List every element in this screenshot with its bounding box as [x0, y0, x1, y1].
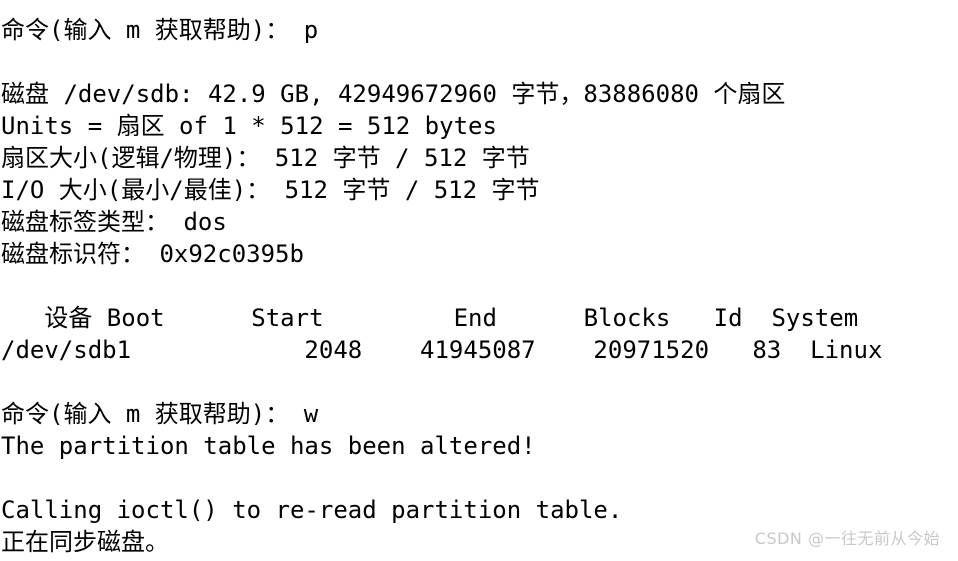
terminal-line-io-size: I/O 大小(最小/最佳)： 512 字节 / 512 字节 — [1, 176, 540, 204]
terminal-line-altered-message: The partition table has been altered! — [1, 432, 536, 460]
terminal-line-disk-identifier: 磁盘标识符： 0x92c0395b — [1, 240, 304, 268]
terminal-line-ioctl-message: Calling ioctl() to re-read partition tab… — [1, 496, 623, 524]
terminal-line-prompt-print: 命令(输入 m 获取帮助)： p — [1, 16, 319, 44]
csdn-watermark: CSDN @一往无前从今始 — [754, 529, 940, 548]
terminal-line-sector-size: 扇区大小(逻辑/物理)： 512 字节 / 512 字节 — [1, 144, 530, 172]
terminal-line-prompt-write: 命令(输入 m 获取帮助)： w — [1, 400, 319, 428]
partition-table-header-row: 设备 Boot Start End Blocks Id System — [1, 304, 859, 332]
table-row: /dev/sdb1 2048 41945087 20971520 83 Linu… — [1, 336, 883, 364]
terminal-line-disk-summary: 磁盘 /dev/sdb: 42.9 GB, 42949672960 字节，838… — [1, 80, 786, 108]
terminal-line-disk-label-type: 磁盘标签类型： dos — [1, 208, 227, 236]
terminal-output[interactable]: 命令(输入 m 获取帮助)： p 磁盘 /dev/sdb: 42.9 GB, 4… — [0, 0, 958, 561]
terminal-line-units: Units = 扇区 of 1 * 512 = 512 bytes — [1, 112, 497, 140]
